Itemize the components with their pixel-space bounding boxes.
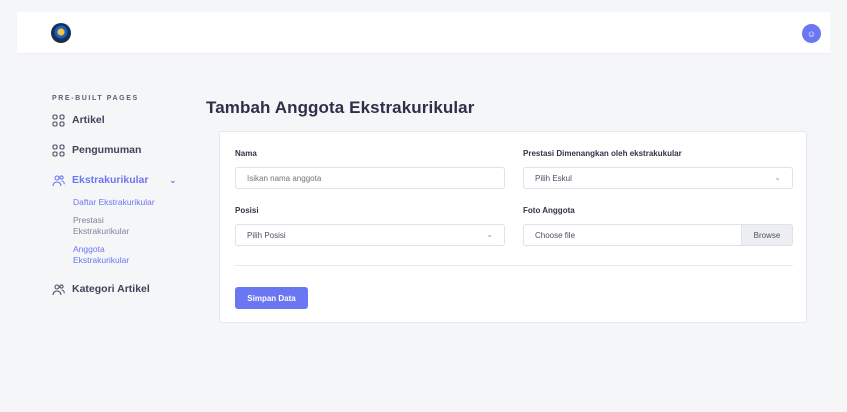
page-title: Tambah Anggota Ekstrakurikular xyxy=(206,98,475,117)
sidebar-subitem-daftar-ekstrakurikular[interactable]: Daftar Ekstrakurikular xyxy=(73,197,182,208)
prestasi-select-value: Pilih Eskul xyxy=(535,173,572,183)
foto-label: Foto Anggota xyxy=(523,206,575,215)
chevron-down-icon[interactable]: ⌄ xyxy=(169,176,176,185)
form-divider xyxy=(235,265,793,266)
nama-label: Nama xyxy=(235,149,257,158)
sidebar-item-label: Kategori Artikel xyxy=(72,283,150,295)
emblem-logo[interactable] xyxy=(51,23,71,43)
sidebar-subitem-prestasi-ekstrakurikular[interactable]: Prestasi Ekstrakurikular xyxy=(73,215,143,237)
browse-button[interactable]: Browse xyxy=(741,224,793,246)
posisi-select[interactable]: Pilih Posisi ⌄ xyxy=(235,224,505,246)
sidebar-item-kategori-artikel[interactable]: Kategori Artikel xyxy=(52,282,182,296)
posisi-select-value: Pilih Posisi xyxy=(247,230,286,240)
sidebar: PRE-BUILT PAGES Artikel Pengumuman Ekstr… xyxy=(52,95,182,296)
simpan-data-button[interactable]: Simpan Data xyxy=(235,287,308,309)
sidebar-item-artikel[interactable]: Artikel xyxy=(52,113,182,127)
grid-icon xyxy=(52,113,65,127)
member-form-card: Nama Prestasi Dimenangkan oleh ekstrakuk… xyxy=(219,131,807,323)
posisi-label: Posisi xyxy=(235,206,259,215)
sidebar-item-label: Artikel xyxy=(72,114,105,126)
grid-icon xyxy=(52,143,65,157)
prestasi-label: Prestasi Dimenangkan oleh ekstrakukular xyxy=(523,149,682,158)
top-bar: ☺ xyxy=(17,12,830,54)
sidebar-subitem-anggota-ekstrakurikular[interactable]: Anggota Ekstrakurikular xyxy=(73,244,143,266)
users-icon xyxy=(52,283,65,295)
users-icon xyxy=(52,174,65,186)
nama-input[interactable] xyxy=(235,167,505,189)
foto-file-input[interactable]: Choose file Browse xyxy=(523,224,793,246)
sidebar-section-label: PRE-BUILT PAGES xyxy=(52,95,139,102)
sidebar-item-label: Pengumuman xyxy=(72,144,142,156)
user-avatar[interactable]: ☺ xyxy=(802,24,821,43)
chevron-down-icon: ⌄ xyxy=(486,230,493,239)
user-icon: ☺ xyxy=(806,28,817,39)
sidebar-item-ekstrakurikular[interactable]: Ekstrakurikular ⌄ xyxy=(52,173,182,187)
chevron-down-icon: ⌄ xyxy=(774,173,781,182)
sidebar-item-label: Ekstrakurikular xyxy=(72,174,149,186)
sidebar-item-pengumuman[interactable]: Pengumuman xyxy=(52,143,182,157)
prestasi-select[interactable]: Pilih Eskul ⌄ xyxy=(523,167,793,189)
foto-file-value: Choose file xyxy=(535,230,576,240)
